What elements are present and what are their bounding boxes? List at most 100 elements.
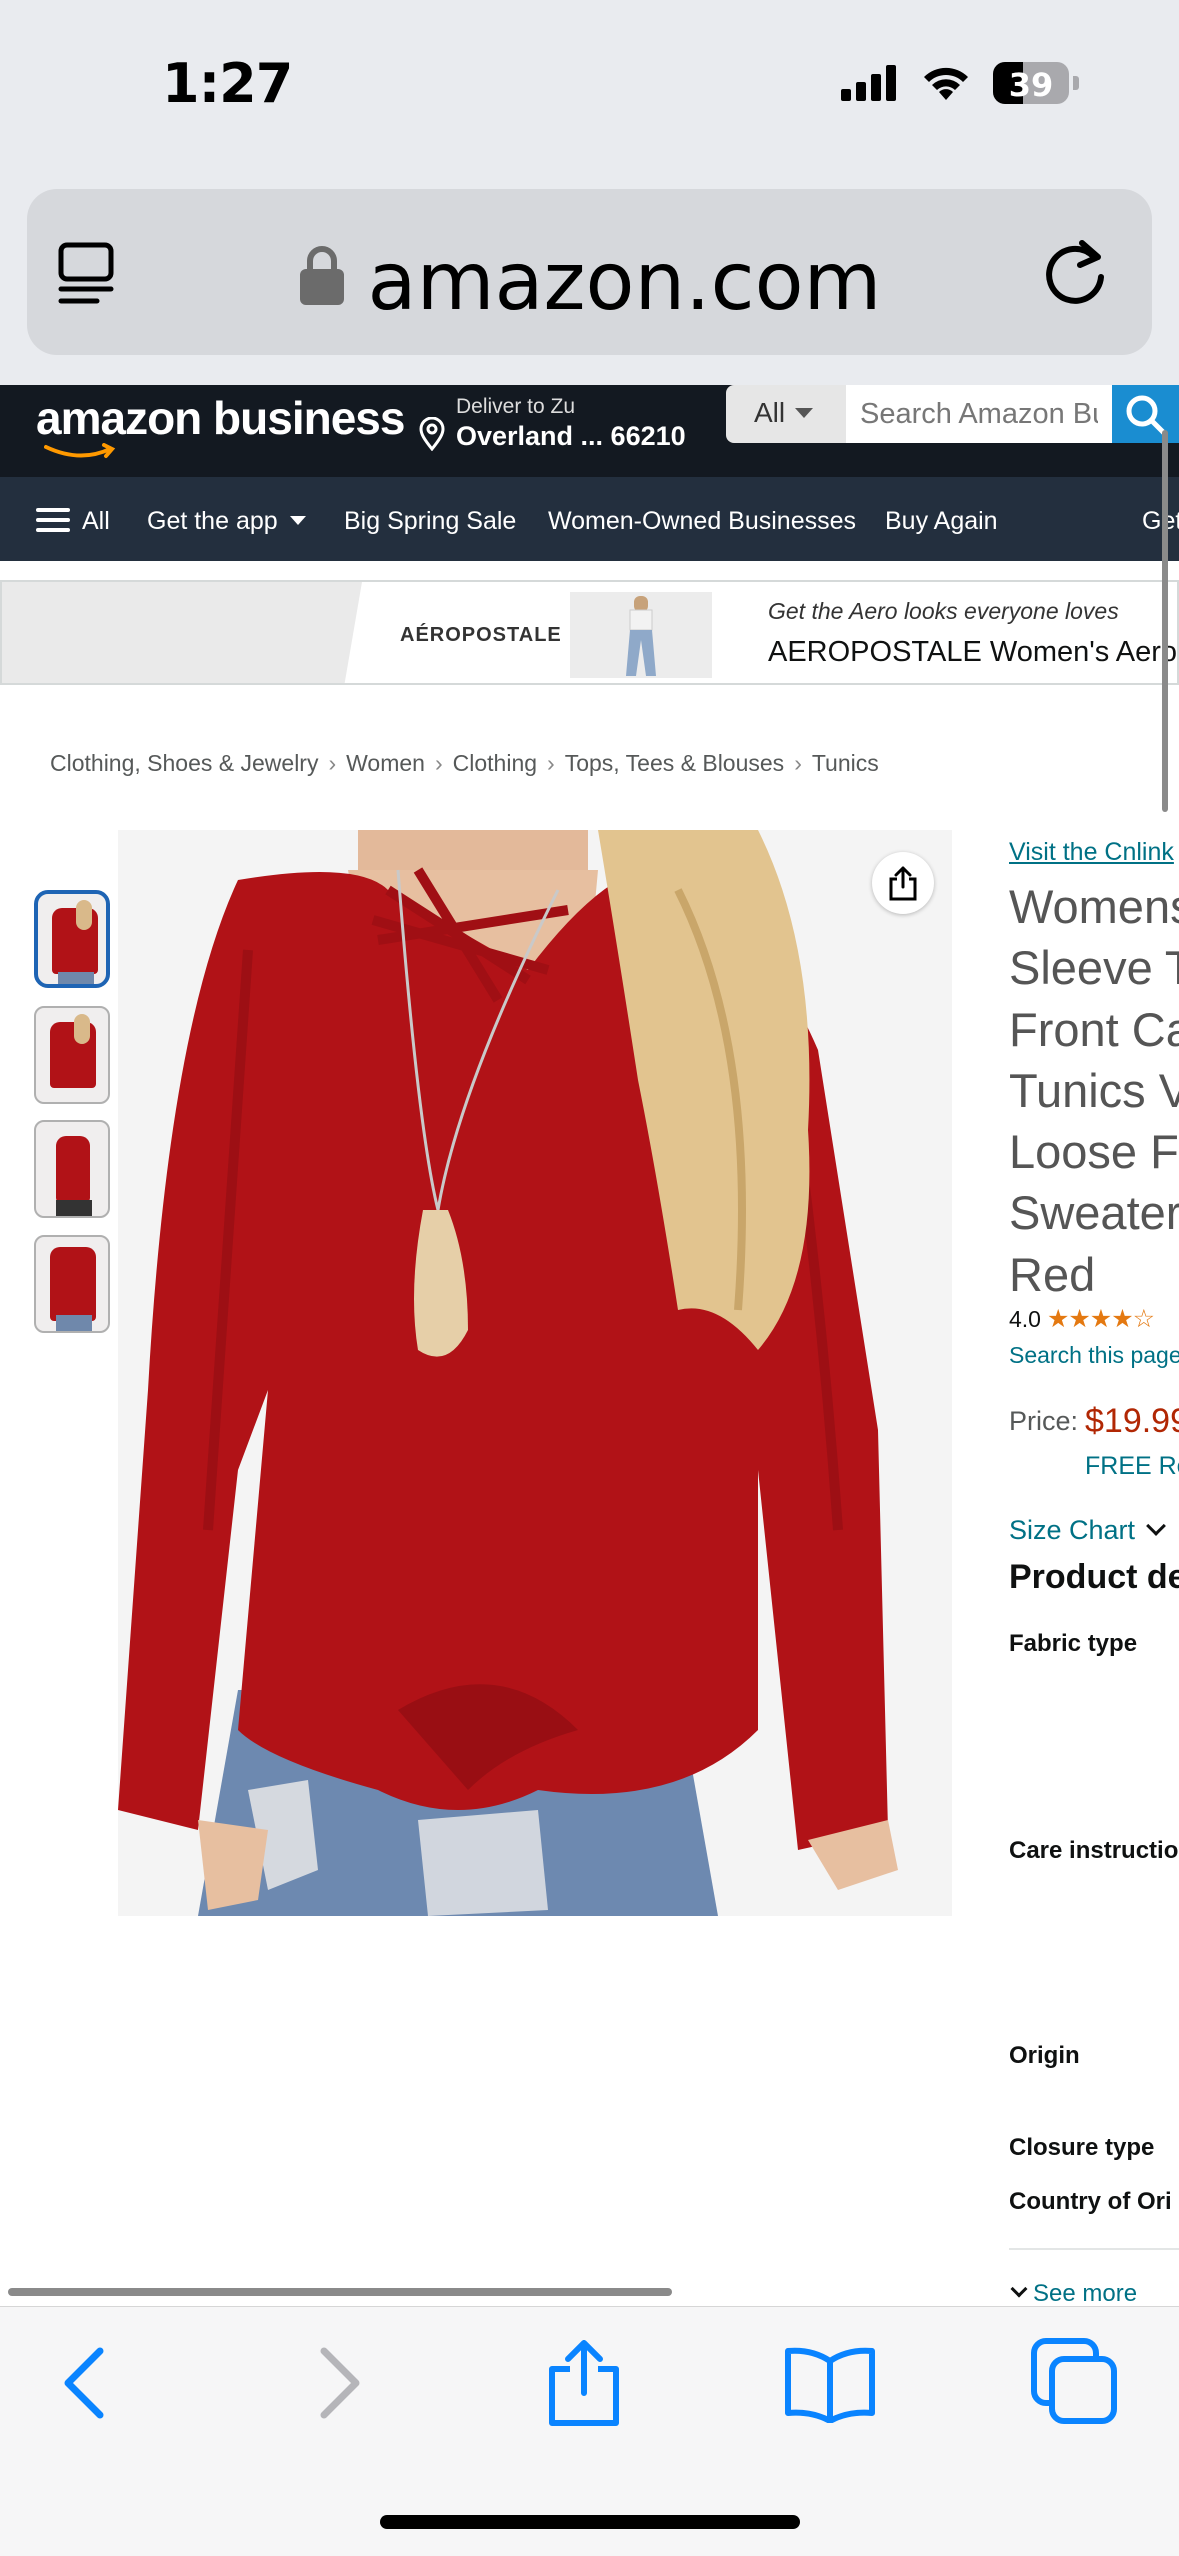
spec-label-closure: Closure type bbox=[1009, 2134, 1155, 2161]
size-chart-toggle[interactable]: Size Chart bbox=[1009, 1515, 1166, 1546]
amazon-business-logo[interactable]: amazon business bbox=[36, 391, 405, 458]
search-category-dropdown[interactable]: All bbox=[726, 385, 846, 443]
see-more-link[interactable]: See more bbox=[1009, 2280, 1137, 2308]
bookmarks-icon[interactable] bbox=[782, 2343, 878, 2423]
share-icon bbox=[889, 866, 917, 901]
main-product-image[interactable] bbox=[118, 830, 952, 1916]
see-more-label: See more bbox=[1033, 2280, 1138, 2307]
amazon-smile-icon bbox=[44, 443, 116, 458]
vertical-scrollbar[interactable] bbox=[1162, 430, 1168, 812]
lock-icon bbox=[299, 246, 344, 305]
thumbnail-hair bbox=[74, 1014, 90, 1044]
search-icon bbox=[1126, 395, 1167, 436]
thumbnail-shirt-back bbox=[50, 1247, 96, 1321]
free-returns-link[interactable]: FREE Re bbox=[1085, 1452, 1179, 1481]
battery-percent: 39 bbox=[1008, 66, 1054, 104]
wifi-icon bbox=[924, 67, 968, 100]
status-bar: 1:27 39 bbox=[0, 0, 1179, 175]
share-sheet-icon[interactable] bbox=[544, 2337, 624, 2429]
nav-get[interactable]: Get bbox=[1142, 507, 1179, 536]
thumbnail-4[interactable] bbox=[34, 1235, 110, 1333]
breadcrumb-item[interactable]: Clothing, Shoes & Jewelry bbox=[50, 750, 318, 776]
rating-row[interactable]: 4.0 ★★★★☆ bbox=[1009, 1304, 1155, 1334]
chevron-down-icon bbox=[1146, 1516, 1166, 1536]
breadcrumb-separator-icon: › bbox=[794, 750, 802, 776]
caret-down-icon bbox=[795, 408, 814, 418]
breadcrumb-item[interactable]: Tops, Tees & Blouses bbox=[565, 750, 784, 776]
ad-brand-logo: AÉROPOSTALE bbox=[400, 624, 562, 646]
ad-background-panel bbox=[2, 582, 362, 683]
logo-text: amazon business bbox=[36, 392, 405, 444]
amazon-nav-bar: All Get the app Big Spring Sale Women-Ow… bbox=[0, 477, 1179, 561]
thumbnail-1[interactable] bbox=[34, 890, 110, 988]
price-label: Price: bbox=[1009, 1406, 1079, 1436]
product-title-line: Red bbox=[1009, 1247, 1096, 1301]
deliver-to[interactable]: Deliver to Zu Overland ... 66210 bbox=[418, 395, 686, 452]
thumbnail-2[interactable] bbox=[34, 1006, 110, 1104]
price-value: $19.99 bbox=[1085, 1402, 1179, 1440]
tabs-overview-icon[interactable] bbox=[1030, 2337, 1120, 2427]
share-image-button[interactable] bbox=[872, 852, 934, 914]
reload-icon[interactable] bbox=[1038, 233, 1112, 311]
back-icon[interactable] bbox=[58, 2343, 114, 2423]
product-details-heading: Product de bbox=[1009, 1558, 1179, 1596]
chevron-down-icon bbox=[1010, 2280, 1028, 2298]
search-this-page-link[interactable]: Search this page bbox=[1009, 1342, 1179, 1369]
address-bar[interactable]: amazon.com bbox=[27, 189, 1152, 355]
product-title-line: Womens bbox=[1009, 880, 1179, 933]
thumbnail-shirt bbox=[56, 1136, 90, 1202]
thumbnail-3[interactable] bbox=[34, 1120, 110, 1218]
sponsored-ad-banner[interactable]: AÉROPOSTALE Get the Aero looks everyone … bbox=[0, 580, 1179, 685]
hamburger-icon[interactable] bbox=[36, 506, 70, 534]
browser-url-area: amazon.com bbox=[0, 175, 1179, 385]
product-info-column: Visit the Cnlink Womens Sleeve T Front C… bbox=[1009, 830, 1179, 2310]
battery-cap bbox=[1073, 76, 1079, 90]
nav-women-owned[interactable]: Women-Owned Businesses bbox=[548, 507, 856, 536]
search-input[interactable] bbox=[846, 385, 1112, 443]
deliver-line2: Overland ... 66210 bbox=[456, 421, 686, 451]
star-rating-icon: ★★★★☆ bbox=[1046, 1305, 1155, 1333]
home-indicator bbox=[380, 2515, 800, 2529]
breadcrumb-separator-icon: › bbox=[547, 750, 555, 776]
spec-label-country: Country of Ori bbox=[1009, 2188, 1172, 2215]
url-display[interactable]: amazon.com bbox=[27, 235, 1152, 328]
battery-icon: 39 bbox=[993, 62, 1069, 104]
nav-get-the-app-label: Get the app bbox=[147, 507, 278, 535]
nav-all[interactable]: All bbox=[82, 507, 110, 536]
rating-value: 4.0 bbox=[1009, 1306, 1041, 1332]
thumbnail-hair bbox=[76, 900, 92, 930]
red-tunic-photo bbox=[118, 830, 952, 1916]
url-text: amazon.com bbox=[367, 235, 882, 328]
nav-buy-again[interactable]: Buy Again bbox=[885, 507, 998, 536]
horizontal-scrollbar[interactable] bbox=[8, 2288, 672, 2296]
nav-get-the-app[interactable]: Get the app bbox=[147, 507, 306, 536]
breadcrumb-item[interactable]: Clothing bbox=[453, 750, 537, 776]
ad-tagline: Get the Aero looks everyone loves bbox=[768, 598, 1119, 624]
thumbnail-jeans bbox=[56, 1315, 92, 1331]
nav-big-spring-sale[interactable]: Big Spring Sale bbox=[344, 507, 516, 536]
status-time: 1:27 bbox=[162, 52, 293, 115]
breadcrumb: Clothing, Shoes & Jewelry › Women › Clothing… bbox=[50, 750, 879, 777]
caret-down-icon bbox=[289, 516, 306, 525]
product-title: Womens Sleeve T Front Ca Tunics V Loose … bbox=[1009, 876, 1179, 1305]
search-button[interactable] bbox=[1112, 385, 1179, 443]
breadcrumb-item[interactable]: Tunics bbox=[812, 750, 879, 776]
thumbnail-pants bbox=[56, 1200, 92, 1216]
cellular-signal-icon bbox=[841, 65, 896, 101]
deliver-line1: Deliver to Zu bbox=[456, 395, 576, 418]
forward-icon[interactable] bbox=[310, 2343, 366, 2423]
product-title-line: Loose Fi bbox=[1009, 1125, 1179, 1179]
jeans-model-image bbox=[626, 596, 656, 676]
product-title-line: Sleeve T bbox=[1009, 941, 1179, 995]
product-title-line: Sweaters bbox=[1009, 1186, 1179, 1240]
breadcrumb-item[interactable]: Women bbox=[346, 750, 425, 776]
spec-label-origin: Origin bbox=[1009, 2042, 1080, 2069]
brand-store-link[interactable]: Visit the Cnlink bbox=[1009, 838, 1174, 867]
breadcrumb-separator-icon: › bbox=[328, 750, 337, 776]
section-divider bbox=[1009, 2248, 1179, 2250]
spec-label-care: Care instructio bbox=[1009, 1837, 1179, 1864]
ad-title[interactable]: AEROPOSTALE Women's Aero Stre bbox=[768, 636, 1177, 669]
status-icons: 39 bbox=[841, 62, 1079, 104]
amazon-header: amazon business Deliver to Zu Overland .… bbox=[0, 385, 1179, 477]
breadcrumb-separator-icon: › bbox=[434, 750, 443, 776]
